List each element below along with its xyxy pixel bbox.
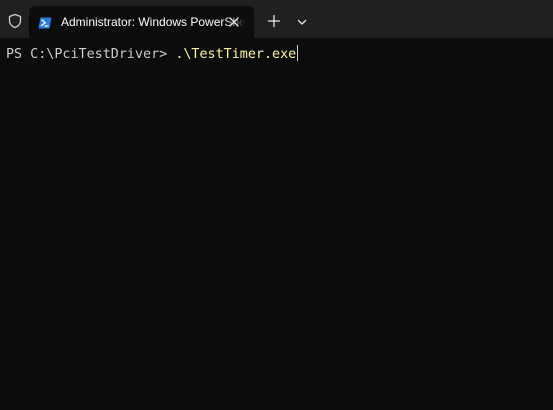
tab-title: Administrator: Windows PowerShell — [61, 15, 246, 29]
tab-bar: Administrator: Windows PowerShell — [0, 0, 553, 38]
shield-icon[interactable] — [7, 13, 23, 29]
prompt-text: PS C:\PciTestDriver> — [6, 47, 176, 62]
text-cursor — [297, 45, 299, 61]
tab-dropdown-button[interactable] — [296, 15, 308, 27]
command-line: PS C:\PciTestDriver> .\TestTimer.exe — [6, 45, 299, 64]
command-text: .\TestTimer.exe — [175, 47, 297, 62]
powershell-icon — [38, 16, 52, 29]
tab-powershell[interactable]: Administrator: Windows PowerShell — [29, 6, 254, 38]
terminal-content[interactable]: PS C:\PciTestDriver> .\TestTimer.exe — [0, 38, 553, 410]
terminal-window: Administrator: Windows PowerShell PS C:\… — [0, 0, 553, 410]
close-icon[interactable] — [226, 14, 242, 30]
plus-icon — [267, 14, 281, 28]
new-tab-button[interactable] — [266, 13, 282, 29]
chevron-down-icon — [297, 19, 307, 25]
